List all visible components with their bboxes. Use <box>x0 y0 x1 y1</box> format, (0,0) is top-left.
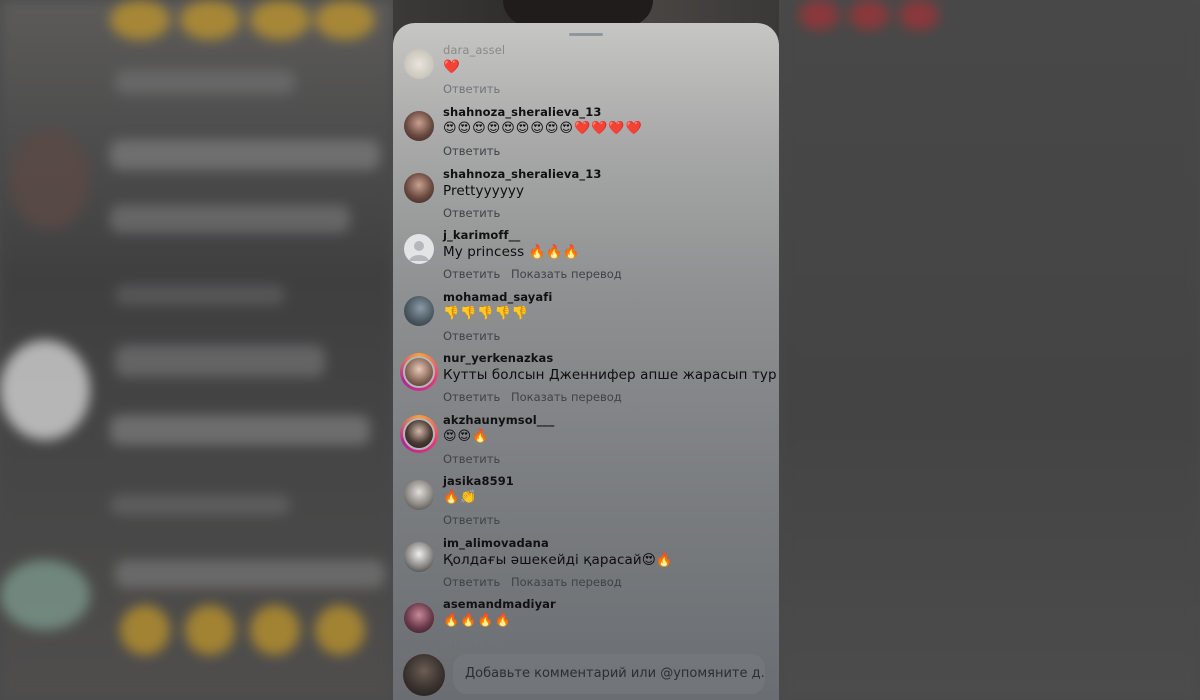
reply-button[interactable]: Ответить <box>443 329 500 343</box>
show-translation-link[interactable]: Показать перевод <box>511 390 622 404</box>
comment-username[interactable]: dara_assel <box>443 43 505 57</box>
comment-item: j_karimoff__ My princess 🔥🔥🔥 Ответить По… <box>393 228 779 290</box>
comment-composer: Добавьте комментарий или @упомяните д... <box>393 648 779 700</box>
background-right-panel <box>779 0 1200 700</box>
comment-item: shahnoza_sheralieva_13 Prettyyyyyy Ответ… <box>393 167 779 229</box>
comment-text: 🔥🔥🔥🔥 <box>443 613 512 628</box>
comment-username[interactable]: mohamad_sayafi <box>443 290 552 304</box>
current-user-avatar <box>403 654 445 696</box>
reply-button[interactable]: Ответить <box>443 206 500 220</box>
reply-button[interactable]: Ответить <box>443 82 500 96</box>
comment-item: im_alimovadana Қолдағы әшекейді қарасай😍… <box>393 536 779 598</box>
comment-username[interactable]: nur_yerkenazkas <box>443 351 553 365</box>
comment-username[interactable]: shahnoza_sheralieva_13 <box>443 105 601 119</box>
avatar[interactable] <box>404 173 434 203</box>
show-translation-link[interactable]: Показать перевод <box>511 575 622 589</box>
avatar[interactable] <box>404 542 434 572</box>
reply-button[interactable]: Ответить <box>443 267 500 281</box>
sheet-drag-handle[interactable] <box>569 33 603 36</box>
reply-button[interactable]: Ответить <box>443 144 500 158</box>
avatar[interactable] <box>404 296 434 326</box>
comment-username[interactable]: jasika8591 <box>443 474 514 488</box>
comment-text: Қолдағы әшекейді қарасай😍🔥 <box>443 552 673 568</box>
story-ring-avatar[interactable] <box>400 353 438 391</box>
reply-button[interactable]: Ответить <box>443 513 500 527</box>
default-avatar-icon[interactable] <box>404 234 434 264</box>
reply-button[interactable]: Ответить <box>443 575 500 589</box>
comment-input-placeholder: Добавьте комментарий или @упомяните д... <box>465 666 765 681</box>
comment-item: dara_assel ❤️ Ответить <box>393 43 779 105</box>
comment-text: Кутты болсын Дженнифер апше жарасып тур <box>443 367 777 383</box>
avatar[interactable] <box>404 480 434 510</box>
comment-username[interactable]: im_alimovadana <box>443 536 549 550</box>
comment-text: My princess 🔥🔥🔥 <box>443 244 580 260</box>
avatar[interactable] <box>404 49 434 79</box>
comment-username[interactable]: j_karimoff__ <box>443 228 520 242</box>
comment-item: nur_yerkenazkas Кутты болсын Дженнифер а… <box>393 351 779 413</box>
story-ring-avatar[interactable] <box>400 415 438 453</box>
comment-text: 😍😍🔥 <box>443 429 490 444</box>
reply-button[interactable]: Ответить <box>443 452 500 466</box>
comment-username[interactable]: asemandmadiyar <box>443 597 556 611</box>
comment-text: 🔥👏 <box>443 490 478 505</box>
background-left-panel <box>0 0 393 700</box>
comment-item: shahnoza_sheralieva_13 😍😍😍😍😍😍😍😍😍❤️❤️❤️❤️… <box>393 105 779 167</box>
comment-username[interactable]: akzhaunymsol___ <box>443 413 554 427</box>
comment-item: akzhaunymsol___ 😍😍🔥 Ответить <box>393 413 779 475</box>
avatar[interactable] <box>404 603 434 633</box>
comment-text: Prettyyyyyy <box>443 183 525 199</box>
comment-item: mohamad_sayafi 👎👎👎👎👎 Ответить <box>393 290 779 352</box>
comments-sheet: dara_assel ❤️ Ответить shahnoza_sheralie… <box>393 23 779 700</box>
comment-text: 👎👎👎👎👎 <box>443 306 529 321</box>
avatar[interactable] <box>404 111 434 141</box>
comment-text: 😍😍😍😍😍😍😍😍😍❤️❤️❤️❤️ <box>443 121 643 136</box>
comment-item: jasika8591 🔥👏 Ответить <box>393 474 779 536</box>
reply-button[interactable]: Ответить <box>443 390 500 404</box>
phone-screen: dara_assel ❤️ Ответить shahnoza_sheralie… <box>393 0 779 700</box>
comment-input[interactable]: Добавьте комментарий или @упомяните д... <box>453 654 765 694</box>
comment-username[interactable]: shahnoza_sheralieva_13 <box>443 167 601 181</box>
comment-text: ❤️ <box>443 59 460 75</box>
show-translation-link[interactable]: Показать перевод <box>511 267 622 281</box>
